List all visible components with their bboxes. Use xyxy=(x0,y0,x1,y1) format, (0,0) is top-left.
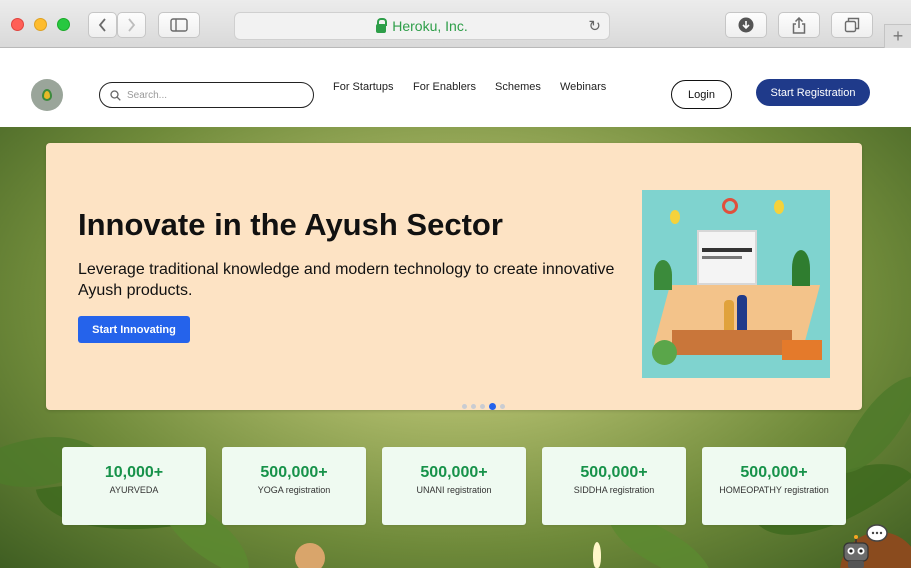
search-box[interactable] xyxy=(99,82,314,108)
stat-card-homeopathy: 500,000+ HOMEOPATHY registration xyxy=(702,447,846,525)
chevron-left-icon xyxy=(98,18,106,32)
stat-card-unani: 500,000+ UNANI registration xyxy=(382,447,526,525)
forward-button[interactable] xyxy=(117,12,146,38)
carousel-indicators xyxy=(462,403,505,410)
stat-card-siddha: 500,000+ SIDDHA registration xyxy=(542,447,686,525)
share-button[interactable] xyxy=(778,12,820,38)
nav-webinars[interactable]: Webinars xyxy=(560,81,606,93)
leaf-icon xyxy=(42,89,52,101)
hero-carousel-slide: Innovate in the Ayush Sector Leverage tr… xyxy=(46,143,862,410)
stat-label: AYURVEDA xyxy=(109,485,159,495)
new-tab-button[interactable]: + xyxy=(884,24,911,48)
carousel-dot-5[interactable] xyxy=(500,404,505,409)
lock-icon xyxy=(376,17,388,33)
ayush-logo[interactable] xyxy=(31,79,63,111)
chevron-right-icon xyxy=(128,18,136,32)
hero-title: Innovate in the Ayush Sector xyxy=(78,207,503,242)
start-innovating-button[interactable]: Start Innovating xyxy=(78,316,190,343)
tabs-overview-icon xyxy=(844,17,860,33)
sidebar-icon xyxy=(170,18,188,32)
stat-value: 500,000+ xyxy=(580,464,648,481)
stat-card-yoga: 500,000+ YOGA registration xyxy=(222,447,366,525)
nav-schemes[interactable]: Schemes xyxy=(495,81,541,93)
carousel-dot-4[interactable] xyxy=(489,403,496,410)
stat-value: 500,000+ xyxy=(740,464,808,481)
browser-toolbar: Heroku, Inc. ↻ + xyxy=(0,0,911,48)
stat-value: 500,000+ xyxy=(420,464,488,481)
address-bar[interactable]: Heroku, Inc. ↻ xyxy=(234,12,610,40)
zoom-window-button[interactable] xyxy=(57,18,70,31)
stat-value: 10,000+ xyxy=(104,464,164,481)
stat-label: HOMEOPATHY registration xyxy=(719,485,829,495)
search-input[interactable] xyxy=(127,89,297,101)
stat-card-ayurveda: 10,000+ AYURVEDA xyxy=(62,447,206,525)
search-icon xyxy=(110,89,121,101)
close-window-button[interactable] xyxy=(11,18,24,31)
downloads-button[interactable] xyxy=(725,12,767,38)
nav-for-enablers[interactable]: For Enablers xyxy=(413,81,476,93)
start-registration-button[interactable]: Start Registration xyxy=(756,79,870,106)
site-header: For Startups For Enablers Schemes Webina… xyxy=(0,49,911,127)
chatbot-icon[interactable] xyxy=(838,523,890,568)
hero-description: Leverage traditional knowledge and moder… xyxy=(78,261,615,299)
carousel-dot-3[interactable] xyxy=(480,404,485,409)
hero-illustration xyxy=(642,190,830,378)
nav-for-startups[interactable]: For Startups xyxy=(333,81,394,93)
stat-label: UNANI registration xyxy=(416,485,492,495)
stat-label: YOGA registration xyxy=(257,485,331,495)
stat-label: SIDDHA registration xyxy=(573,485,655,495)
carousel-dot-2[interactable] xyxy=(471,404,476,409)
carousel-dot-1[interactable] xyxy=(462,404,467,409)
tabs-button[interactable] xyxy=(831,12,873,38)
share-icon xyxy=(792,16,806,34)
minimize-window-button[interactable] xyxy=(34,18,47,31)
address-text: Heroku, Inc. xyxy=(392,18,468,34)
back-button[interactable] xyxy=(88,12,117,38)
reload-icon[interactable]: ↻ xyxy=(588,17,601,35)
sidebar-button[interactable] xyxy=(158,12,200,38)
download-icon xyxy=(738,17,754,33)
stat-value: 500,000+ xyxy=(260,464,328,481)
login-button[interactable]: Login xyxy=(671,80,732,109)
